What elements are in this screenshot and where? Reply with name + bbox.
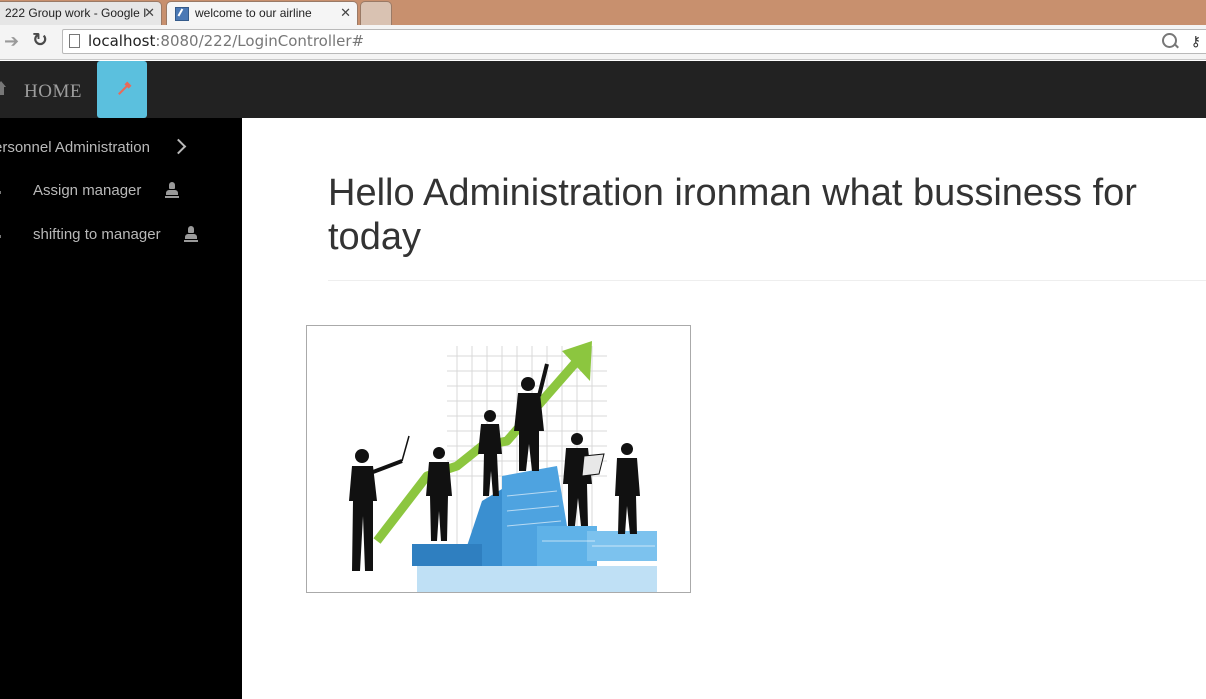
- sidebar-item-label: shifting to manager: [33, 226, 161, 243]
- user-icon: [184, 226, 198, 242]
- url-path: :8080/222/LoginController#: [155, 32, 365, 50]
- sidebar-item-shifting-to-manager[interactable]: shifting to manager: [0, 226, 242, 246]
- favicon-icon: [175, 7, 189, 21]
- tab-title: welcome to our airline: [195, 6, 312, 20]
- browser-toolbar: ➔ ↻ localhost:8080/222/LoginController# …: [0, 25, 1206, 60]
- url-text[interactable]: localhost:8080/222/LoginController#: [88, 33, 364, 50]
- home-link[interactable]: HOME: [24, 81, 82, 103]
- sidebar-item-assign-manager[interactable]: Assign manager: [0, 182, 242, 202]
- zoom-icon[interactable]: [1162, 33, 1177, 48]
- chevron-right-icon[interactable]: [170, 138, 187, 155]
- key-icon[interactable]: ⚷: [1191, 33, 1201, 50]
- title-divider: [328, 280, 1206, 281]
- close-tab-icon[interactable]: ✕: [144, 2, 155, 24]
- page-icon: [69, 34, 80, 48]
- reload-icon[interactable]: ↻: [32, 30, 48, 52]
- home-icon[interactable]: [0, 81, 6, 95]
- browser-tab-active[interactable]: welcome to our airline ✕: [166, 1, 358, 25]
- wrench-icon: [118, 85, 128, 95]
- business-growth-illustration: [349, 341, 657, 592]
- close-tab-icon[interactable]: ✕: [340, 2, 351, 24]
- tools-button[interactable]: [97, 61, 147, 118]
- browser-tab-strip: 222 Group work - Google I ✕ welcome to o…: [0, 0, 1206, 25]
- business-growth-image: [306, 325, 691, 593]
- address-bar[interactable]: localhost:8080/222/LoginController# ⚷: [62, 29, 1206, 54]
- url-host: localhost: [88, 32, 156, 50]
- page-title: Hello Administration ironman what bussin…: [328, 172, 1137, 258]
- sidebar-item-label: Assign manager: [33, 182, 142, 199]
- tab-title: 222 Group work - Google I: [5, 6, 147, 20]
- new-tab-button[interactable]: [360, 1, 392, 25]
- top-navbar: HOME: [0, 61, 1206, 118]
- user-icon: [165, 182, 179, 198]
- browser-tab[interactable]: 222 Group work - Google I ✕: [0, 1, 162, 25]
- forward-icon[interactable]: ➔: [4, 31, 19, 51]
- sidebar: ersonnel Administration Assign manager s…: [0, 118, 242, 699]
- sidebar-heading-personnel-administration[interactable]: ersonnel Administration: [0, 139, 150, 156]
- bullet-icon: [0, 191, 1, 194]
- bullet-icon: [0, 235, 1, 238]
